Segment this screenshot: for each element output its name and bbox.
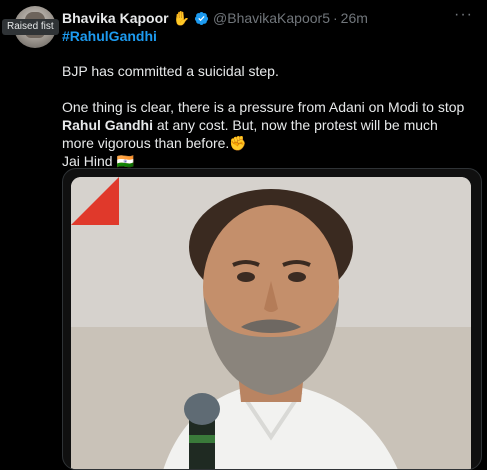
separator: · xyxy=(332,10,338,26)
bold-name: Rahul Gandhi xyxy=(62,117,153,133)
tweet-header: Bhavika Kapoor ✋ @BhavikaKapoor5 · 26m xyxy=(62,9,487,27)
sign-off-text: Jai Hind xyxy=(62,153,113,169)
more-options-icon[interactable]: ··· xyxy=(454,7,473,23)
verified-badge-icon[interactable] xyxy=(194,11,209,26)
timestamp[interactable]: 26m xyxy=(341,10,368,26)
author-handle[interactable]: @BhavikaKapoor5 xyxy=(213,10,330,26)
hashtag-link[interactable]: #RahulGandhi xyxy=(62,28,157,44)
india-flag-emoji-icon: 🇮🇳 xyxy=(116,153,134,169)
author-name[interactable]: Bhavika Kapoor xyxy=(62,10,169,26)
hand-emoji-icon: ✋ xyxy=(172,9,191,26)
tooltip: Raised fist xyxy=(2,19,59,35)
red-corner-flag-icon xyxy=(71,177,119,225)
tweet-text: BJP has committed a suicidal step. One t… xyxy=(62,62,472,170)
portrait-photo xyxy=(71,177,471,469)
tweet-text-segment: One thing is clear, there is a pressure … xyxy=(62,99,465,115)
tweet-line-1: BJP has committed a suicidal step. xyxy=(62,63,279,79)
raised-fist-emoji-icon: ✊ xyxy=(229,135,247,151)
tweet-media-card[interactable] xyxy=(62,168,482,470)
tweet-line-2: One thing is clear, there is a pressure … xyxy=(62,98,472,152)
poster-image[interactable] xyxy=(71,177,471,469)
